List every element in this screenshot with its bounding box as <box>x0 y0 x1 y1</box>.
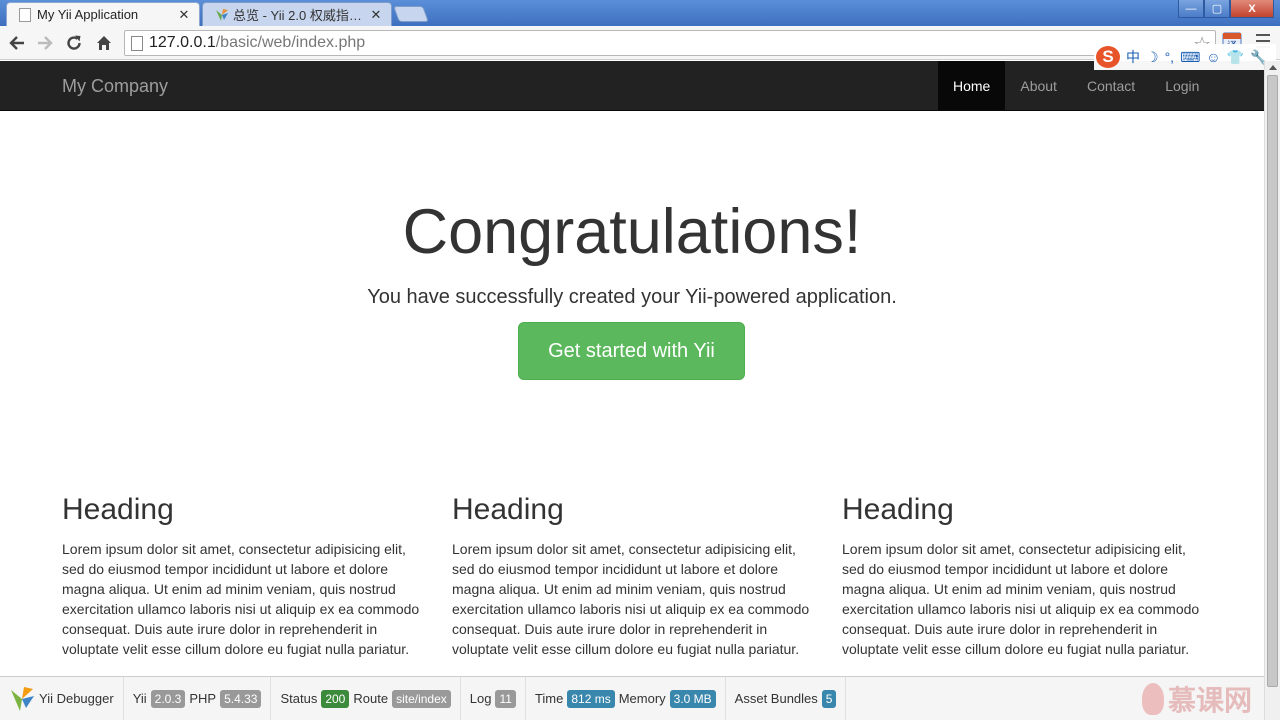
lead-text: You have successfully created your Yii-p… <box>367 286 897 308</box>
yii-label: Yii <box>132 691 147 706</box>
watermark-text: 慕课网 <box>1167 685 1252 716</box>
navbar-brand[interactable]: My Company <box>62 76 168 97</box>
tab-my-yii-application[interactable]: My Yii Application ✕ <box>6 2 200 26</box>
column-text: Lorem ipsum dolor sit amet, consectetur … <box>842 541 1200 657</box>
content-column: Heading Lorem ipsum dolor sit amet, cons… <box>62 493 422 659</box>
route-badge: site/index <box>392 689 451 708</box>
assets-count-badge: 5 <box>821 689 837 708</box>
log-label: Log <box>469 691 492 706</box>
yii-favicon-icon <box>215 8 228 22</box>
home-icon[interactable] <box>92 31 116 55</box>
debug-profiling-block[interactable]: Time 812 ms Memory 3.0 MB <box>526 676 726 720</box>
close-tab-icon[interactable]: ✕ <box>369 7 383 23</box>
debugger-label: Yii Debugger <box>39 691 114 706</box>
debug-request-block[interactable]: Status 200 Route site/index <box>271 676 461 720</box>
debug-log-block[interactable]: Log 11 <box>461 676 526 720</box>
column-heading: Heading <box>62 493 174 526</box>
status-badge: 200 <box>321 689 350 708</box>
watermark: 慕课网 <box>1141 677 1252 720</box>
memory-badge: 3.0 MB <box>669 689 716 708</box>
ime-moon-icon[interactable]: ☽ <box>1146 49 1159 66</box>
close-window-button[interactable]: X <box>1230 0 1274 18</box>
log-count-badge: 11 <box>495 689 516 708</box>
reload-icon[interactable] <box>62 31 86 55</box>
ime-keyboard-icon[interactable]: ⌨ <box>1180 49 1200 66</box>
back-arrow-icon[interactable] <box>5 31 29 55</box>
time-label: Time <box>534 691 564 706</box>
yii-version-badge: 2.0.3 <box>150 689 186 708</box>
site-navbar: My Company Home About Contact Login <box>0 61 1264 111</box>
time-badge: 812 ms <box>567 689 615 708</box>
php-label: PHP <box>189 691 217 706</box>
scroll-thumb[interactable] <box>1267 75 1278 687</box>
debug-assets-block[interactable]: Asset Bundles 5 <box>726 676 847 720</box>
forward-arrow-icon[interactable] <box>33 31 57 55</box>
debug-version-block[interactable]: Yii 2.0.3 PHP 5.4.33 <box>124 676 272 720</box>
browser-titlebar: My Yii Application ✕ 总览 - Yii 2.0 权威指南 -… <box>0 0 1280 26</box>
browser-toolbar: 127.0.0.1/basic/web/index.php ☆ 译 <box>0 26 1280 60</box>
php-version-badge: 5.4.33 <box>220 689 262 708</box>
tab-label: 总览 - Yii 2.0 权威指南 - <box>233 8 363 23</box>
column-heading: Heading <box>452 493 564 526</box>
status-label: Status <box>280 691 318 706</box>
page-title: Congratulations! <box>402 197 862 267</box>
content-column: Heading Lorem ipsum dolor sit amet, cons… <box>842 493 1202 659</box>
content-column: Heading Lorem ipsum dolor sit amet, cons… <box>452 493 812 659</box>
route-label: Route <box>353 691 389 706</box>
new-tab-button[interactable] <box>393 6 429 22</box>
address-bar[interactable]: 127.0.0.1/basic/web/index.php ☆ <box>124 30 1216 56</box>
yii-logo-icon <box>9 686 35 712</box>
nav-home[interactable]: Home <box>938 61 1006 111</box>
maximize-button[interactable]: ▢ <box>1204 0 1230 18</box>
page-icon <box>131 36 143 51</box>
address-url: 127.0.0.1/basic/web/index.php <box>149 34 366 51</box>
tab-label: My Yii Application <box>37 7 139 22</box>
get-started-button[interactable]: Get started with Yii <box>518 322 745 380</box>
scroll-up-arrow-icon[interactable] <box>1269 65 1277 70</box>
page-favicon-icon <box>19 7 31 22</box>
watermark-flame-icon <box>1141 683 1164 715</box>
column-heading: Heading <box>842 493 954 526</box>
ime-user-icon[interactable]: ☺ <box>1206 49 1220 65</box>
assets-label: Asset Bundles <box>734 691 818 706</box>
ime-toolbar: S 中 ☽ °, ⌨ ☺ 👕 🔧 <box>1094 44 1276 70</box>
tab-yii-guide[interactable]: 总览 - Yii 2.0 权威指南 - ✕ <box>202 2 392 26</box>
ime-skin-icon[interactable]: 👕 <box>1227 49 1244 66</box>
debugger-title[interactable]: Yii Debugger <box>0 676 124 720</box>
ime-punctuation-icon[interactable]: °, <box>1165 49 1175 65</box>
column-text: Lorem ipsum dolor sit amet, consectetur … <box>452 541 810 657</box>
ime-chinese-mode[interactable]: 中 <box>1126 47 1140 67</box>
page-scrollbar[interactable] <box>1264 61 1280 720</box>
column-text: Lorem ipsum dolor sit amet, consectetur … <box>62 541 420 657</box>
jumbotron: Congratulations! You have successfully c… <box>0 197 1264 380</box>
memory-label: Memory <box>618 691 666 706</box>
page-viewport: My Company Home About Contact Login Cong… <box>0 61 1264 720</box>
sogou-logo-icon[interactable]: S <box>1096 46 1120 68</box>
minimize-button[interactable]: — <box>1178 0 1204 18</box>
nav-about[interactable]: About <box>1005 61 1072 111</box>
yii-debug-toolbar: Yii Debugger Yii 2.0.3 PHP 5.4.33 Status… <box>0 676 1264 720</box>
close-tab-icon[interactable]: ✕ <box>177 7 191 23</box>
window-controls: — ▢ X <box>1178 0 1274 18</box>
